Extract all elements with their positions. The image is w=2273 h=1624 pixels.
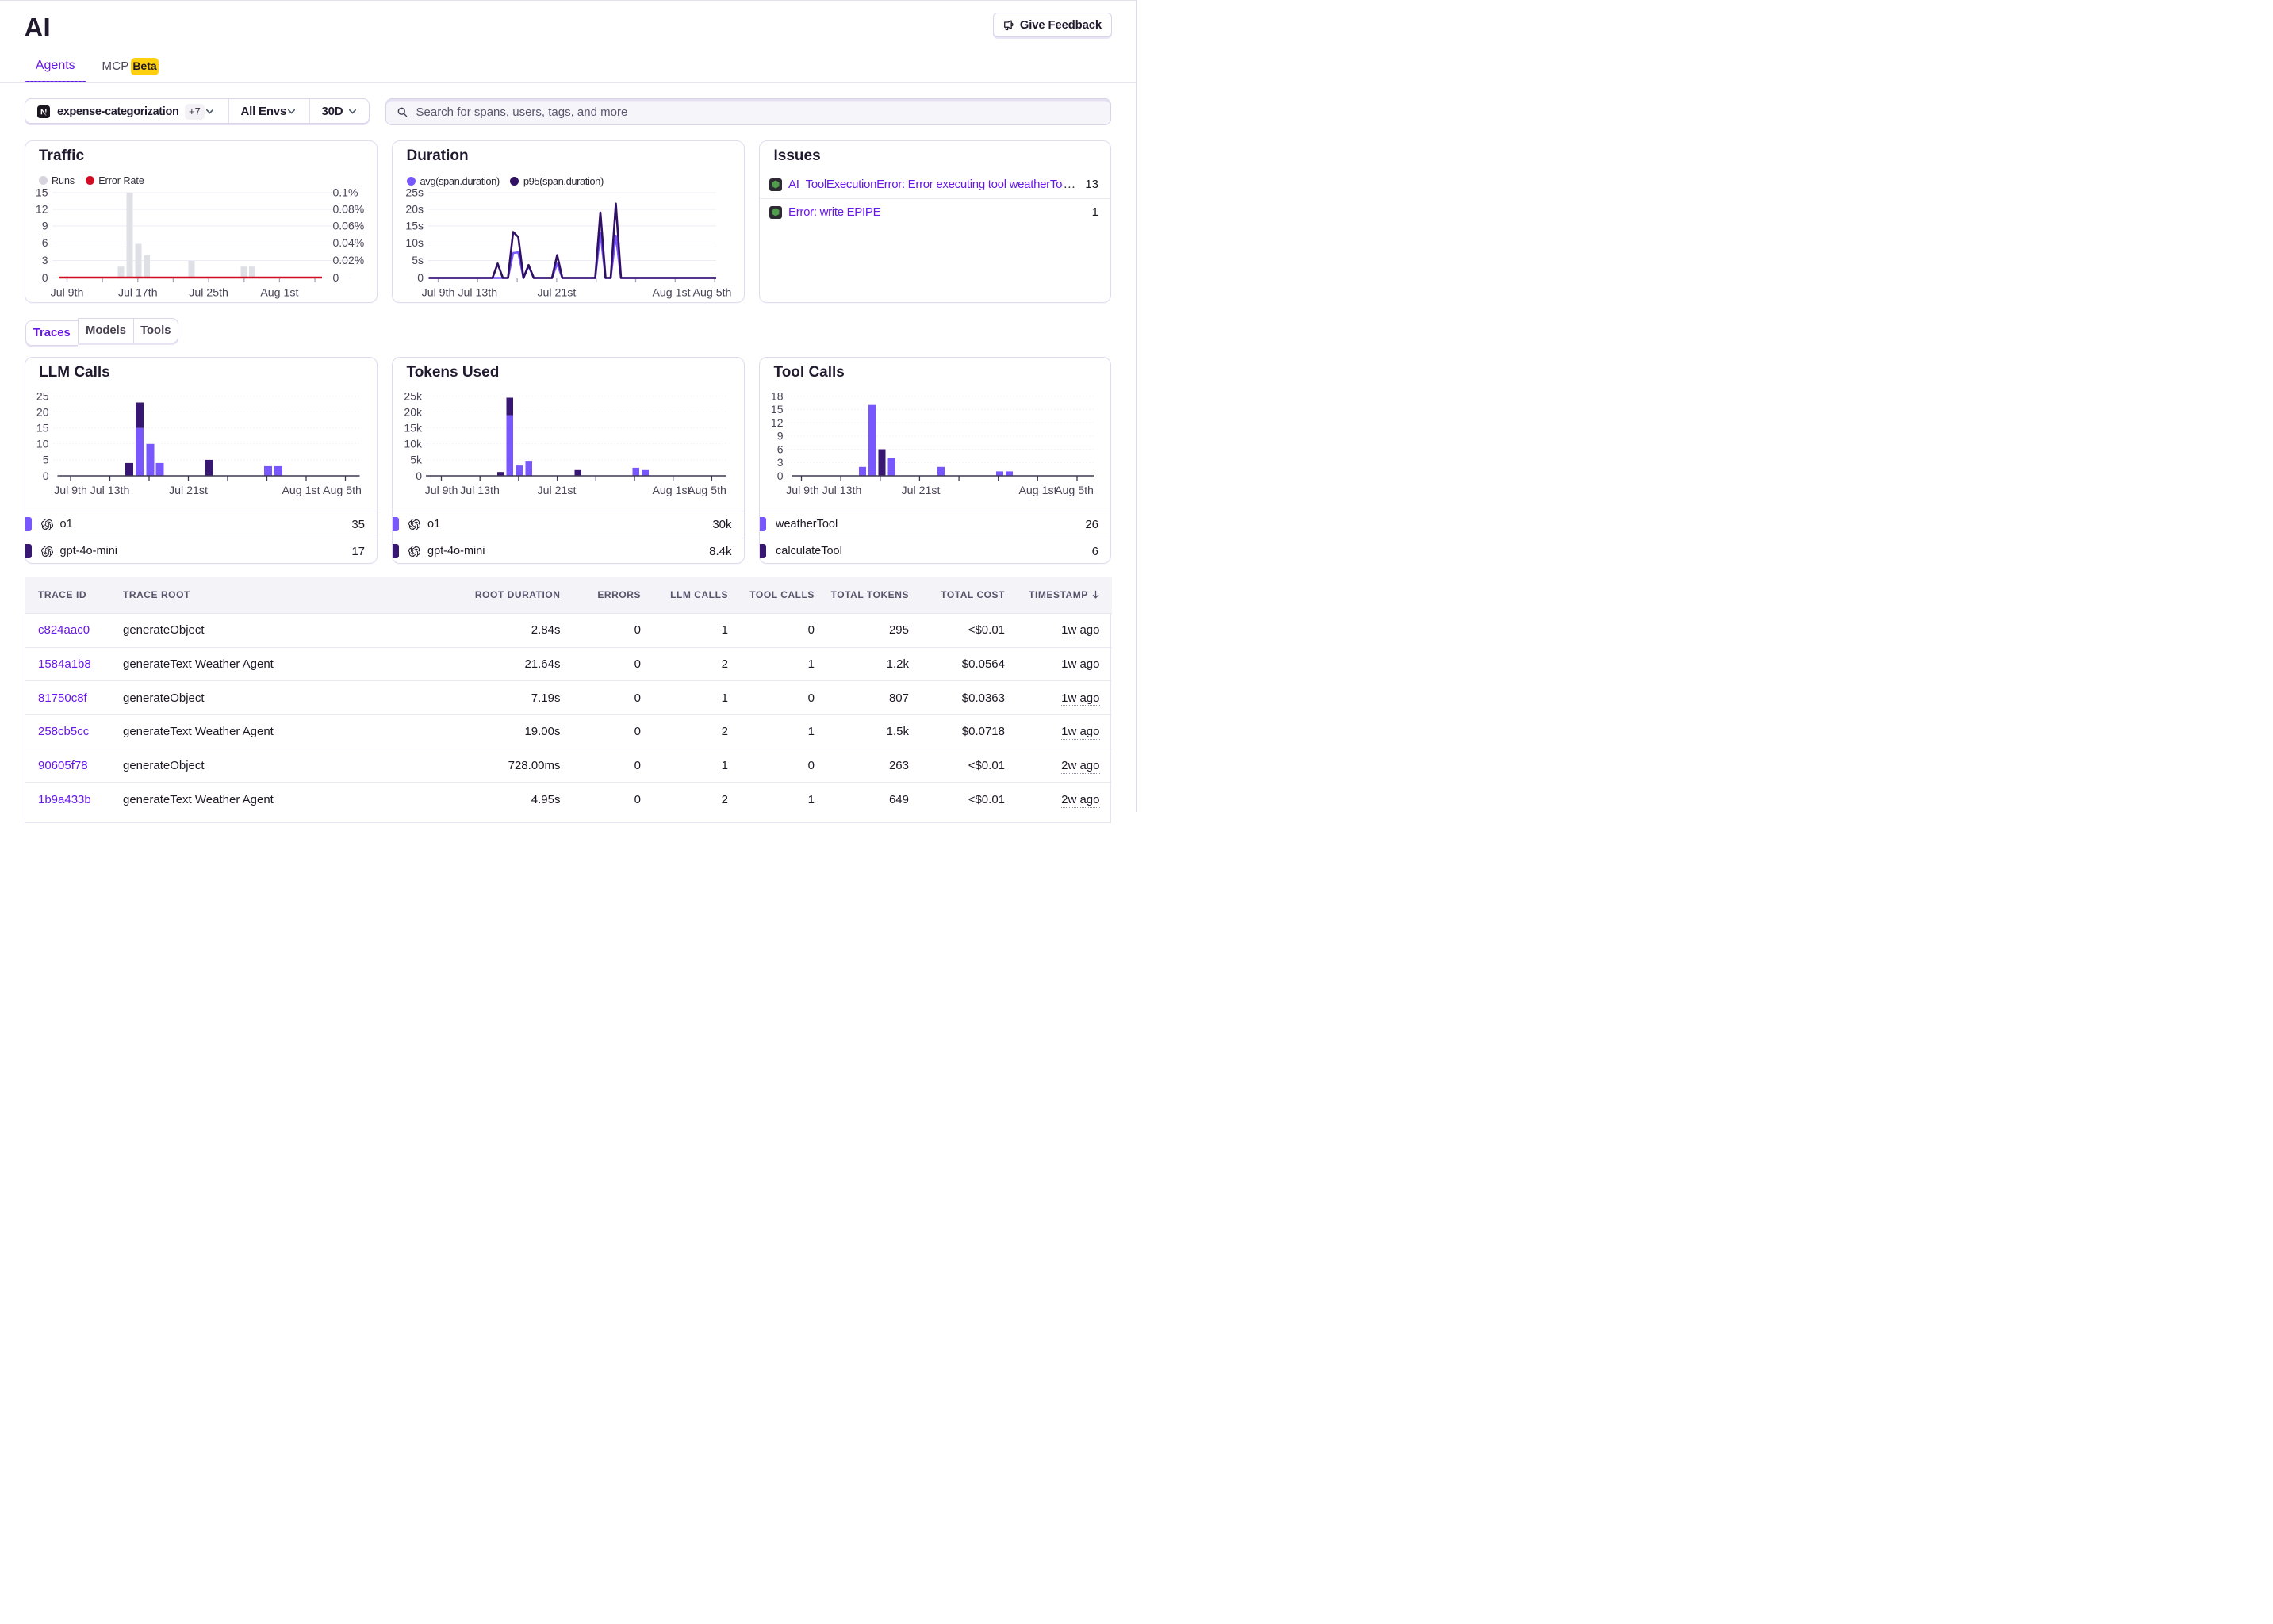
- svg-text:15s: 15s: [405, 219, 424, 232]
- svg-text:5s: 5s: [412, 254, 424, 266]
- svg-text:10s: 10s: [405, 236, 424, 249]
- svg-text:Aug 1st: Aug 1st: [260, 286, 298, 299]
- svg-text:Jul 25th: Jul 25th: [189, 286, 228, 299]
- svg-text:12: 12: [35, 202, 48, 215]
- svg-text:10k: 10k: [404, 438, 423, 450]
- svg-text:6: 6: [41, 236, 48, 249]
- svg-text:0.08%: 0.08%: [332, 202, 364, 215]
- svg-text:0: 0: [416, 469, 422, 482]
- svg-text:Jul 13th: Jul 13th: [458, 286, 497, 299]
- svg-text:10: 10: [36, 438, 48, 450]
- svg-text:18: 18: [771, 389, 784, 402]
- svg-text:20s: 20s: [405, 202, 424, 215]
- svg-text:0.04%: 0.04%: [332, 236, 364, 249]
- svg-text:15k: 15k: [404, 422, 423, 435]
- svg-text:Jul 21st: Jul 21st: [537, 286, 576, 299]
- svg-text:0.1%: 0.1%: [332, 186, 358, 198]
- svg-text:Jul 13th: Jul 13th: [822, 485, 862, 497]
- svg-text:Jul 13th: Jul 13th: [460, 485, 500, 497]
- svg-text:Aug 1st: Aug 1st: [282, 485, 320, 497]
- svg-text:Aug 1st: Aug 1st: [1018, 485, 1056, 497]
- svg-text:9: 9: [777, 430, 784, 442]
- svg-text:Jul 9th: Jul 9th: [786, 485, 819, 497]
- svg-text:Aug 5th: Aug 5th: [1055, 485, 1094, 497]
- svg-text:Jul 21st: Jul 21st: [169, 485, 208, 497]
- svg-text:0: 0: [417, 271, 424, 284]
- svg-text:Aug 5th: Aug 5th: [688, 485, 726, 497]
- svg-text:Aug 5th: Aug 5th: [323, 485, 362, 497]
- svg-text:0: 0: [41, 271, 48, 284]
- svg-text:15: 15: [771, 403, 784, 416]
- svg-text:Aug 5th: Aug 5th: [693, 286, 732, 299]
- svg-text:Jul 9th: Jul 9th: [50, 286, 83, 299]
- svg-text:0: 0: [777, 469, 784, 482]
- svg-text:15: 15: [35, 186, 48, 198]
- svg-text:3: 3: [777, 456, 784, 469]
- svg-text:0: 0: [332, 271, 339, 284]
- svg-text:25k: 25k: [404, 389, 423, 402]
- svg-text:0.02%: 0.02%: [332, 254, 364, 266]
- svg-text:15: 15: [36, 422, 48, 435]
- svg-text:Jul 9th: Jul 9th: [425, 485, 458, 497]
- svg-text:Jul 9th: Jul 9th: [54, 485, 87, 497]
- svg-text:12: 12: [771, 416, 784, 429]
- svg-text:0.06%: 0.06%: [332, 219, 364, 232]
- svg-text:Jul 13th: Jul 13th: [90, 485, 129, 497]
- svg-text:6: 6: [777, 442, 784, 455]
- svg-text:Jul 17th: Jul 17th: [117, 286, 157, 299]
- svg-text:Jul 21st: Jul 21st: [538, 485, 577, 497]
- svg-text:25: 25: [36, 389, 48, 402]
- svg-text:20: 20: [36, 405, 48, 418]
- svg-text:3: 3: [41, 254, 48, 266]
- svg-text:Jul 9th: Jul 9th: [422, 286, 455, 299]
- svg-text:5: 5: [42, 454, 48, 466]
- svg-text:Aug 1st: Aug 1st: [652, 286, 690, 299]
- svg-text:20k: 20k: [404, 405, 423, 418]
- svg-text:Jul 21st: Jul 21st: [902, 485, 941, 497]
- svg-text:9: 9: [41, 219, 48, 232]
- svg-text:Aug 1st: Aug 1st: [652, 485, 690, 497]
- svg-text:25s: 25s: [405, 186, 424, 198]
- svg-text:0: 0: [42, 469, 48, 482]
- svg-text:5k: 5k: [410, 454, 423, 466]
